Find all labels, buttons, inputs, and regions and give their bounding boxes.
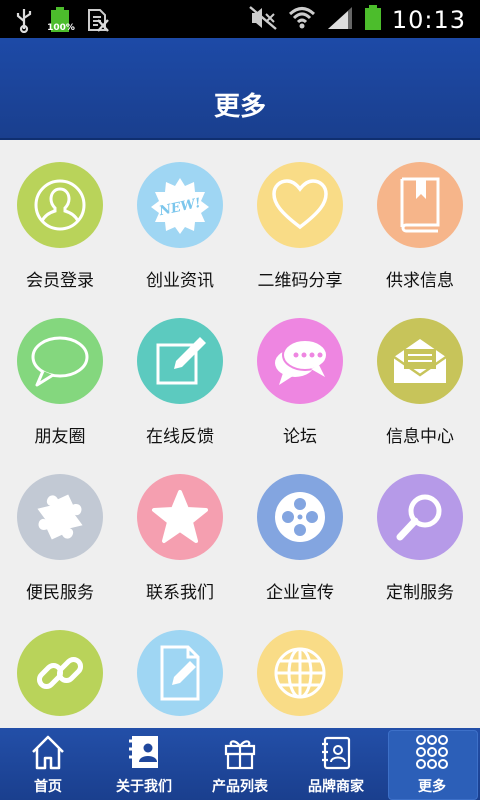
search-icon — [377, 474, 463, 560]
grid-item-label: 在线反馈 — [146, 427, 214, 447]
grid-item-label: 供求信息 — [386, 271, 454, 291]
contact-card-icon — [126, 732, 162, 772]
grid-item-label: 会员登录 — [26, 271, 94, 291]
new-badge-icon: NEW! — [137, 162, 223, 248]
grid-item-label: 创业资讯 — [146, 271, 214, 291]
tab-label: 更多 — [418, 779, 446, 795]
mail-icon — [377, 318, 463, 404]
bottom-tab-bar: 首页 关于我们 产品列表 品牌商家 更多 — [0, 728, 480, 800]
film-reel-icon — [257, 474, 343, 560]
gift-icon — [222, 732, 258, 772]
tab-home[interactable]: 首页 — [0, 728, 96, 800]
grid-item-label: 朋友圈 — [34, 427, 86, 447]
chat-bubbles-icon — [257, 318, 343, 404]
grid-item-website[interactable] — [240, 608, 360, 728]
tab-brands[interactable]: 品牌商家 — [288, 728, 384, 800]
battery-icon — [364, 4, 382, 36]
battery-full-icon: 100% — [47, 6, 75, 38]
grid-item-label: 企业宣传 — [266, 583, 334, 603]
tab-products[interactable]: 产品列表 — [192, 728, 288, 800]
tab-about-us[interactable]: 关于我们 — [96, 728, 192, 800]
user-icon — [17, 162, 103, 248]
link-icon — [17, 630, 103, 716]
grid-item-label: 信息中心 — [386, 427, 454, 447]
grid-item-qr-share[interactable]: 二维码分享 — [240, 140, 360, 296]
mute-icon — [248, 5, 278, 35]
clock: 10:13 — [391, 6, 466, 34]
grid-item-label: 联系我们 — [146, 583, 214, 603]
status-bar: 100% 10:13 — [0, 0, 480, 38]
grid-item-moments[interactable]: 朋友圈 — [0, 296, 120, 452]
grid-item-corporate-promo[interactable]: 企业宣传 — [240, 452, 360, 608]
tab-label: 关于我们 — [116, 779, 172, 795]
sim-card-icon — [86, 7, 110, 37]
usb-icon — [14, 7, 34, 37]
grid-item-supply-demand[interactable]: 供求信息 — [360, 140, 480, 296]
grid-item-online-feedback[interactable]: 在线反馈 — [120, 296, 240, 452]
tab-label: 首页 — [34, 779, 62, 795]
document-edit-icon — [137, 630, 223, 716]
grid-item-label: 二维码分享 — [257, 271, 343, 291]
heart-icon — [257, 162, 343, 248]
star-icon — [137, 474, 223, 560]
battery-level-text: 100% — [47, 23, 75, 33]
tab-label: 产品列表 — [212, 779, 268, 795]
page-title: 更多 — [213, 92, 266, 122]
grid-item-label: 论坛 — [283, 427, 317, 447]
home-icon — [30, 732, 66, 772]
feature-grid: 会员登录 NEW! 创业资讯 二维码分享 供求信息 朋友圈 在线反馈 论坛 信息… — [0, 140, 480, 728]
grid-item-business-news[interactable]: NEW! 创业资讯 — [120, 140, 240, 296]
book-icon — [377, 162, 463, 248]
grid-item-info-center[interactable]: 信息中心 — [360, 296, 480, 452]
grid-item-convenience[interactable]: 便民服务 — [0, 452, 120, 608]
address-book-icon — [318, 732, 354, 772]
title-bar: 更多 — [0, 38, 480, 140]
grid-item-links[interactable] — [0, 608, 120, 728]
grid-dots-icon — [414, 732, 450, 772]
signal-icon — [326, 5, 354, 35]
grid-item-custom-service[interactable]: 定制服务 — [360, 452, 480, 608]
grid-item-label: 便民服务 — [26, 583, 94, 603]
edit-icon — [137, 318, 223, 404]
grid-item-contact-us[interactable]: 联系我们 — [120, 452, 240, 608]
grid-item-forum[interactable]: 论坛 — [240, 296, 360, 452]
grid-item-member-login[interactable]: 会员登录 — [0, 140, 120, 296]
grid-item-label: 定制服务 — [386, 583, 454, 603]
speech-bubble-icon — [17, 318, 103, 404]
tab-label: 品牌商家 — [308, 779, 364, 795]
globe-icon — [257, 630, 343, 716]
grid-item-document[interactable] — [120, 608, 240, 728]
puzzle-icon — [17, 474, 103, 560]
tab-more[interactable]: 更多 — [384, 728, 480, 800]
wifi-icon — [288, 5, 316, 35]
